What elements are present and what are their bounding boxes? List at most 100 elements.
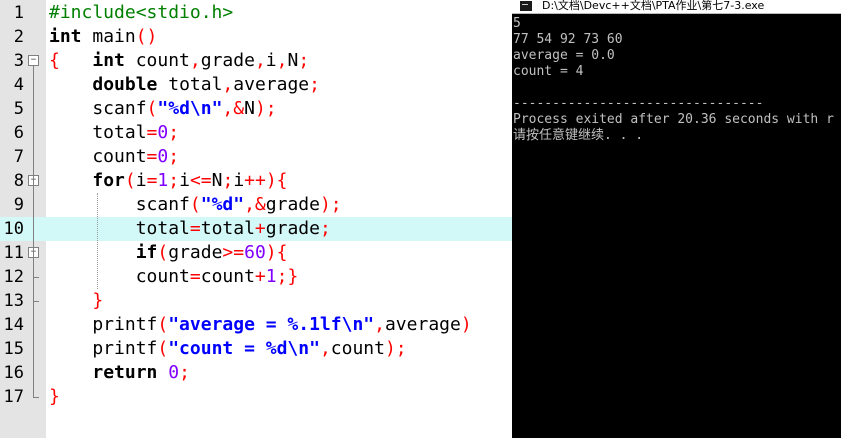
code-token: int — [49, 26, 82, 47]
fold-end-marker — [33, 301, 39, 302]
code-line[interactable]: 17} — [0, 385, 512, 409]
code-token: ); — [384, 338, 407, 359]
code-token: ; — [298, 50, 310, 71]
code-token: count — [330, 338, 385, 359]
console-line: 请按任意键继续. . . — [513, 128, 644, 143]
code-line[interactable]: 9 scanf("%d",&grade); — [0, 193, 512, 217]
code-token: 1 — [157, 170, 169, 191]
code-line[interactable]: 11 if(grade>=60){ — [0, 241, 512, 265]
code-token: "average = %.1lf\n" — [168, 314, 375, 335]
code-line[interactable]: 1 #include<stdio.h> — [0, 1, 512, 25]
code-token: for — [92, 170, 125, 191]
code-token: ,& — [244, 194, 266, 215]
console-title-bar[interactable]: D:\文档\Devc++文档\PTA作业\第七7-3.exe — [512, 0, 841, 14]
code-token: N — [287, 50, 299, 71]
code-token: ; — [319, 218, 331, 239]
line-number: 3 — [13, 51, 24, 71]
code-line[interactable]: 14 printf("average = %.1lf\n",average) — [0, 313, 512, 337]
code-line[interactable]: 4 double total,average; — [0, 73, 512, 97]
code-token: ( — [157, 314, 169, 335]
code-token: i — [179, 170, 190, 191]
code-token: "count = %d\n" — [168, 338, 320, 359]
code-line[interactable]: 12 count=count+1;} — [0, 265, 512, 289]
code-line[interactable]: 3{ int count,grade,i,N; — [0, 49, 512, 73]
code-token: grade — [265, 194, 320, 215]
code-text: scanf("%d\n",&N); — [49, 97, 277, 121]
code-line[interactable]: 6 total=0; — [0, 121, 512, 145]
code-token: = — [189, 266, 201, 287]
code-token: average — [384, 314, 461, 335]
code-text: if(grade>=60){ — [49, 241, 288, 265]
code-token: ( — [146, 98, 158, 119]
code-token: ; — [309, 74, 320, 95]
code-text: total=0; — [49, 121, 179, 145]
code-token: count — [49, 266, 190, 287]
code-token: ){ — [265, 242, 288, 263]
code-token: i — [265, 50, 277, 71]
code-token: scanf — [49, 98, 147, 119]
code-text: #include<stdio.h> — [49, 1, 233, 25]
line-number: 9 — [13, 195, 24, 215]
code-line[interactable]: 2 int main() — [0, 25, 512, 49]
code-line[interactable]: 16 return 0; — [0, 361, 512, 385]
code-line[interactable]: 10 total=total+grade; — [0, 217, 512, 241]
line-number: 13 — [3, 291, 24, 311]
code-token: = — [189, 218, 201, 239]
line-number: 7 — [13, 147, 24, 167]
code-token: , — [254, 50, 266, 71]
code-token: ( — [157, 242, 169, 263]
line-number: 10 — [3, 219, 24, 239]
code-token: count — [124, 50, 190, 71]
code-token: ; — [222, 170, 234, 191]
fold-end-marker — [33, 397, 39, 398]
code-line[interactable]: 13 } — [0, 289, 512, 313]
code-editor[interactable]: 1#include<stdio.h>2int main()3{ int coun… — [0, 0, 512, 438]
code-token: grade — [200, 50, 255, 71]
code-line[interactable]: 5 scanf("%d\n",&N); — [0, 97, 512, 121]
code-token: average — [233, 74, 310, 95]
code-token: ) — [460, 314, 472, 335]
code-text: for(i=1;i<=N;i++){ — [49, 169, 287, 193]
code-token: #include<stdio.h> — [49, 2, 234, 23]
code-token: printf — [49, 338, 158, 359]
code-token: , — [374, 314, 385, 335]
code-token: 60 — [244, 242, 266, 263]
code-token: + — [254, 266, 266, 287]
console-line: count = 4 — [513, 64, 584, 79]
line-number: 15 — [3, 339, 24, 359]
console-window[interactable]: D:\文档\Devc++文档\PTA作业\第七7-3.exe 5 77 54 92… — [512, 0, 841, 438]
line-number: 12 — [3, 267, 24, 287]
line-number: 14 — [3, 315, 24, 335]
code-line[interactable]: 8 for(i=1;i<=N;i++){ — [0, 169, 512, 193]
code-token: printf — [49, 314, 158, 335]
code-token: i — [233, 170, 245, 191]
code-token: double — [92, 74, 158, 95]
line-number: 16 — [3, 363, 24, 383]
code-token: + — [254, 218, 266, 239]
code-token: ( — [189, 194, 201, 215]
code-token: ( — [124, 170, 136, 191]
console-app-icon — [520, 1, 532, 11]
console-line: -------------------------------- — [513, 96, 764, 111]
code-token: ); — [254, 98, 277, 119]
code-line[interactable]: 15 printf("count = %d\n",count); — [0, 337, 512, 361]
line-number: 5 — [13, 99, 24, 119]
code-token: count — [49, 146, 147, 167]
code-token: = — [146, 170, 158, 191]
console-line: 77 54 92 73 60 — [513, 32, 623, 47]
line-number: 2 — [13, 27, 24, 47]
line-number: 1 — [13, 3, 24, 23]
code-text: return 0; — [49, 361, 190, 385]
code-token: { — [49, 50, 60, 71]
console-line: Process exited after 20.36 seconds with … — [513, 112, 834, 127]
console-line: 5 — [513, 16, 521, 31]
fold-toggle-icon[interactable] — [28, 55, 39, 66]
code-token: main — [81, 26, 136, 47]
code-line[interactable]: 7 count=0; — [0, 145, 512, 169]
